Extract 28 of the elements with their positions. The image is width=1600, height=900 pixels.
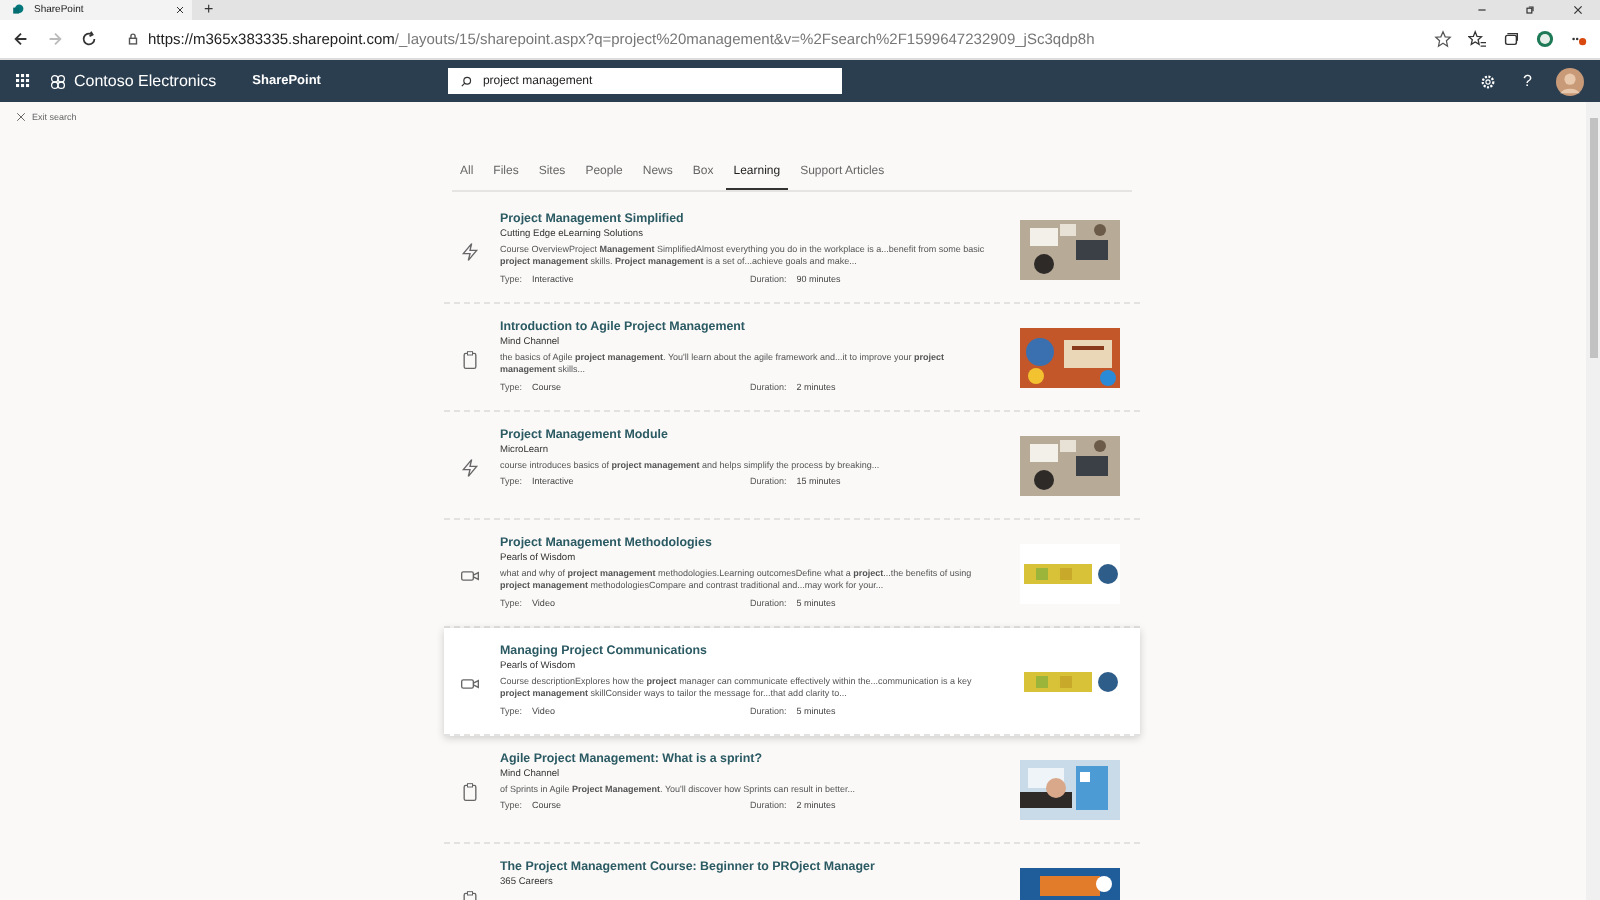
result-card[interactable] <box>444 628 1140 736</box>
help-button[interactable]: ? <box>1523 72 1532 90</box>
app-launcher-icon[interactable] <box>16 74 30 88</box>
favorites-icon[interactable] <box>1468 30 1486 48</box>
clipboard-icon <box>460 350 480 370</box>
profile-icon[interactable] <box>1536 30 1554 48</box>
close-icon[interactable] <box>176 6 184 14</box>
sharepoint-icon <box>12 4 24 16</box>
close-icon[interactable] <box>1572 4 1584 16</box>
search-icon <box>460 75 473 87</box>
restore-icon[interactable] <box>1524 4 1536 16</box>
lock-icon <box>126 32 140 46</box>
minimize-icon[interactable] <box>1476 4 1488 16</box>
video-camera-icon <box>460 566 480 586</box>
new-tab-button[interactable]: + <box>204 0 214 20</box>
org-name[interactable]: Contoso Electronics <box>74 72 217 90</box>
collections-icon[interactable] <box>1502 30 1520 48</box>
lightning-icon <box>460 242 480 262</box>
lightning-icon <box>460 458 480 478</box>
video-camera-icon <box>460 674 480 694</box>
clipboard-icon <box>460 782 480 802</box>
back-icon[interactable] <box>12 30 30 48</box>
logo-icon <box>50 73 66 89</box>
close-icon <box>16 112 26 122</box>
settings-icon[interactable] <box>1479 73 1496 89</box>
star-icon[interactable] <box>1434 30 1452 48</box>
refresh-icon[interactable] <box>80 30 98 48</box>
avatar-icon[interactable] <box>1556 67 1584 95</box>
